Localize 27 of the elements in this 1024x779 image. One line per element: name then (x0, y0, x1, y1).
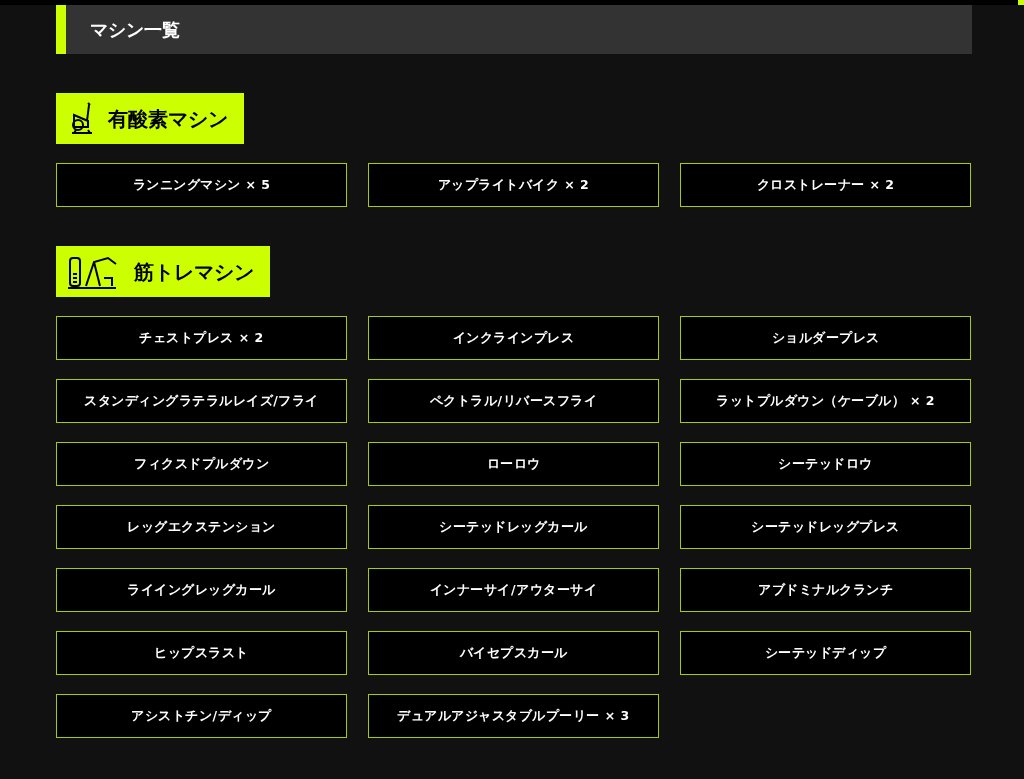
machine-item: ラットプルダウン（ケーブル） × 2 (680, 379, 971, 423)
machine-item: ローロウ (368, 442, 659, 486)
machine-item: チェストプレス × 2 (56, 316, 347, 360)
machine-item: アブドミナルクランチ (680, 568, 971, 612)
machine-item: ヒップスラスト (56, 631, 347, 675)
top-bar-accent (1018, 0, 1024, 5)
machine-item: シーテッドロウ (680, 442, 971, 486)
machine-item: フィクスドプルダウン (56, 442, 347, 486)
machine-item: インナーサイ/アウターサイ (368, 568, 659, 612)
page-heading: マシン一覧 (56, 5, 972, 54)
machine-item: クロストレーナー × 2 (680, 163, 971, 207)
machine-item: インクラインプレス (368, 316, 659, 360)
category-title: 筋トレマシン (134, 258, 254, 286)
machine-item: デュアルアジャスタブルプーリー × 3 (368, 694, 659, 738)
machine-item: シーテッドレッグカール (368, 505, 659, 549)
machine-item: ライイングレッグカール (56, 568, 347, 612)
machine-item: ショルダープレス (680, 316, 971, 360)
machine-item: シーテッドディップ (680, 631, 971, 675)
machine-item: アシストチン/ディップ (56, 694, 347, 738)
machine-item: シーテッドレッグプレス (680, 505, 971, 549)
machine-item: ペクトラル/リバースフライ (368, 379, 659, 423)
machine-item: ランニングマシン × 5 (56, 163, 347, 207)
machine-item: アップライトバイク × 2 (368, 163, 659, 207)
machine-item: スタンディングラテラルレイズ/フライ (56, 379, 347, 423)
machine-item: バイセプスカール (368, 631, 659, 675)
machine-item: レッグエクステンション (56, 505, 347, 549)
category-title: 有酸素マシン (108, 105, 228, 133)
